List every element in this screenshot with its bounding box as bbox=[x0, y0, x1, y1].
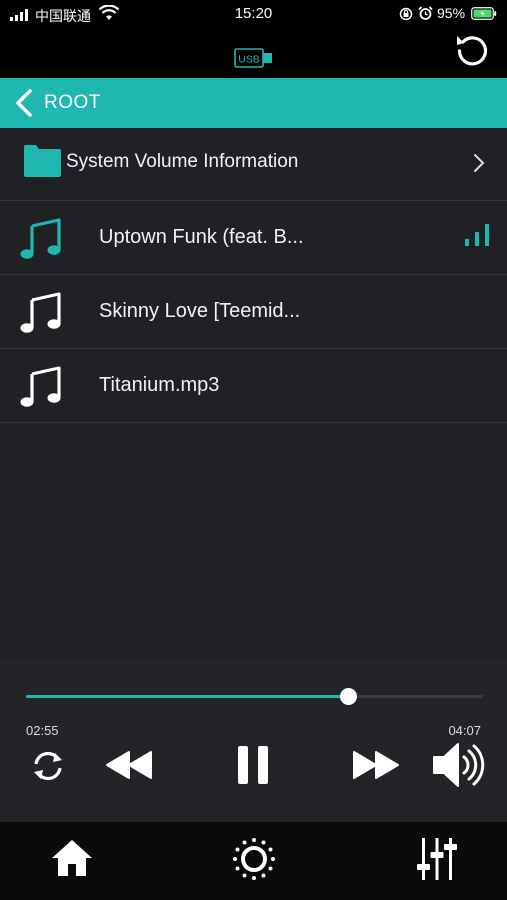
song-title: Uptown Funk (feat. B... bbox=[99, 226, 304, 248]
folder-row[interactable]: System Volume Information bbox=[0, 128, 507, 201]
light-icon[interactable] bbox=[231, 836, 277, 882]
repeat-icon[interactable] bbox=[31, 750, 65, 782]
breadcrumb-label: ROOT bbox=[44, 92, 101, 113]
song-row[interactable]: Uptown Funk (feat. B... bbox=[0, 201, 507, 275]
file-list: System Volume Information Uptown Funk (f… bbox=[0, 128, 507, 658]
battery-icon bbox=[471, 7, 497, 20]
volume-icon[interactable] bbox=[431, 741, 485, 789]
current-time: 02:55 bbox=[26, 723, 59, 738]
fast-forward-icon[interactable] bbox=[352, 750, 400, 780]
tab-bar bbox=[0, 822, 507, 900]
progress-fill bbox=[26, 695, 349, 698]
song-row[interactable]: Skinny Love [Teemid... bbox=[0, 275, 507, 349]
back-chevron-icon[interactable] bbox=[12, 89, 36, 117]
music-note-icon bbox=[20, 218, 61, 259]
song-title: Titanium.mp3 bbox=[99, 374, 220, 396]
chevron-right-icon bbox=[474, 154, 485, 172]
rewind-icon[interactable] bbox=[105, 750, 153, 780]
folder-icon bbox=[24, 145, 61, 177]
song-row[interactable]: Titanium.mp3 bbox=[0, 349, 507, 423]
battery-percent: 95% bbox=[437, 5, 466, 21]
top-bar: USB bbox=[0, 30, 507, 78]
music-note-icon bbox=[20, 292, 61, 333]
music-note-icon bbox=[20, 366, 61, 407]
refresh-icon[interactable] bbox=[454, 32, 490, 68]
usb-source-icon[interactable]: USB bbox=[234, 48, 274, 68]
alarm-icon bbox=[418, 6, 433, 20]
equalizer-icon[interactable] bbox=[416, 836, 458, 882]
status-bar: 中国联通 15:20 95% bbox=[0, 0, 507, 30]
player-panel: 02:55 04:07 bbox=[0, 658, 507, 822]
pause-icon[interactable] bbox=[237, 746, 269, 784]
usb-label: USB bbox=[238, 54, 260, 66]
home-icon[interactable] bbox=[51, 838, 93, 878]
folder-name: System Volume Information bbox=[66, 151, 299, 172]
song-title: Skinny Love [Teemid... bbox=[99, 300, 301, 322]
breadcrumb[interactable]: ROOT bbox=[0, 78, 507, 128]
rotation-lock-icon bbox=[399, 7, 413, 21]
progress-slider[interactable] bbox=[26, 688, 483, 705]
now-playing-icon bbox=[465, 224, 489, 246]
progress-knob[interactable] bbox=[340, 688, 358, 705]
total-time: 04:07 bbox=[448, 723, 481, 738]
